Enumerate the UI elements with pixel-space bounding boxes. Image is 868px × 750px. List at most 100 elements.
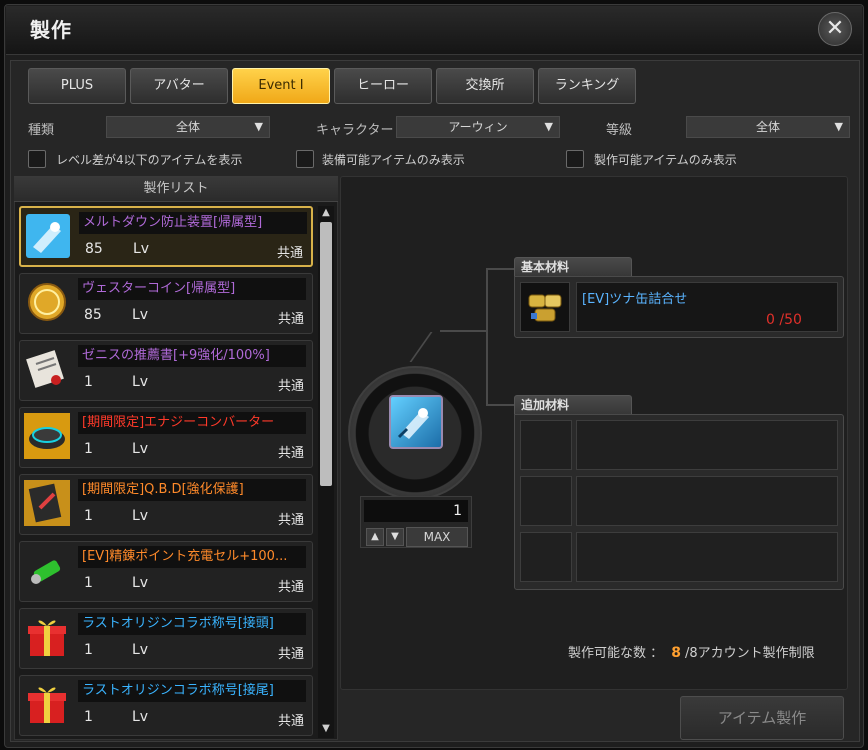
craftable-count: 8 [671,645,682,661]
energy-converter-icon [24,413,74,463]
meltdown-device-icon[interactable] [389,395,443,449]
character-label: キャラクター [316,123,394,138]
item-name: ラストオリジンコラボ称号[接尾] [78,680,306,702]
item-level-unit: Lv [132,508,149,524]
recommendation-letter-icon [24,346,74,396]
item-level: 1 [84,508,93,524]
item-level-unit: Lv [132,307,149,323]
grade-dropdown[interactable]: 全体 ▼ [686,116,850,138]
item-level: 1 [84,575,93,591]
list-item[interactable]: ラストオリジンコラボ称号[接尾] 1 Lv 共通 [19,675,313,736]
item-share-type: 共通 [276,246,303,261]
item-share-type: 共通 [277,513,304,528]
meltdown-device-icon [25,213,75,263]
item-level: 85 [85,241,103,257]
chevron-down-icon: ▼ [834,120,843,133]
list-item[interactable]: ヴェスターコイン[帰属型] 85 Lv 共通 [19,273,313,334]
item-level: 1 [84,642,93,658]
character-value: アーウィン [448,120,508,134]
extra-material-slot [576,532,838,582]
list-item[interactable]: [期間限定]Q.B.D[強化保護] 1 Lv 共通 [19,474,313,535]
item-name: ゼニスの推薦書[+9強化/100%] [78,345,306,367]
craftable-count-line: 製作可能な数 ： 8/8アカウント製作制限 [568,642,815,661]
equippable-label: 装備可能アイテムのみ表示 [322,153,465,167]
item-level: 85 [84,307,102,323]
craft-item-button[interactable]: アイテム製作 [680,696,844,740]
basic-material-count: 0 /50 [766,312,802,328]
item-level-unit: Lv [133,241,150,257]
item-level-unit: Lv [132,709,149,725]
item-share-type: 共通 [277,446,304,461]
connector-line [486,268,514,270]
tuna-can-set-icon[interactable] [520,282,570,332]
basic-material-name: [EV]ツナ缶詰合せ [582,292,688,307]
gift-box-icon [24,614,74,664]
craft-list-header: 製作リスト [14,176,338,202]
list-item[interactable]: メルトダウン防止装置[帰属型] 85 Lv 共通 [19,206,313,267]
close-button[interactable]: ✕ [818,12,852,46]
item-name: [期間限定]エナジーコンバーター [78,412,306,434]
window-title: 製作 [30,18,72,42]
item-name: [期間限定]Q.B.D[強化保護] [78,479,306,501]
scrollbar-thumb[interactable] [320,222,332,486]
character-dropdown[interactable]: アーウィン ▼ [396,116,560,138]
craftable-limit: /8アカウント製作制限 [685,646,815,661]
extra-material-slot-icon [520,476,572,526]
list-item[interactable]: ゼニスの推薦書[+9強化/100%] 1 Lv 共通 [19,340,313,401]
item-share-type: 共通 [277,714,304,729]
connector-line [486,404,514,406]
tab-avatar[interactable]: アバター [130,68,228,104]
qbd-card-icon [24,480,74,530]
tab-exchange[interactable]: 交換所 [436,68,534,104]
connector-line [486,268,488,404]
extra-material-slot-icon [520,532,572,582]
item-share-type: 共通 [277,379,304,394]
gold-coin-icon [24,279,74,329]
type-label: 種類 [28,123,55,138]
item-name: メルトダウン防止装置[帰属型] [79,212,307,234]
max-button[interactable]: MAX [406,527,468,547]
title-bar [6,6,862,55]
scroll-up-icon[interactable]: ▲ [318,206,334,220]
tab-hero[interactable]: ヒーロー [334,68,432,104]
scroll-down-icon[interactable]: ▼ [318,722,334,736]
list-item[interactable]: [EV]精錬ポイント充電セル+100... 1 Lv 共通 [19,541,313,602]
list-item[interactable]: ラストオリジンコラボ称号[接頭] 1 Lv 共通 [19,608,313,669]
grade-value: 全体 [755,120,780,134]
item-level-unit: Lv [132,374,149,390]
craftable-only-checkbox[interactable] [566,150,584,168]
charge-cell-icon [24,547,74,597]
item-level-unit: Lv [132,575,149,591]
extra-material-slot [576,476,838,526]
item-level-unit: Lv [132,441,149,457]
item-share-type: 共通 [277,580,304,595]
craftable-only-label: 製作可能アイテムのみ表示 [594,153,737,167]
extra-material-slot-icon [520,420,572,470]
item-level-unit: Lv [132,642,149,658]
quantity-down-button[interactable]: ▼ [386,528,404,546]
level-diff-label: レベル差が4以下のアイテムを表示 [56,153,243,167]
item-name: [EV]精錬ポイント充電セル+100... [78,546,306,568]
tab-ranking[interactable]: ランキング [538,68,636,104]
craftable-label: 製作可能な数 ： [568,646,664,661]
extra-material-slot [576,420,838,470]
tab-event-1[interactable]: Event Ⅰ [232,68,330,104]
gift-box-icon [24,681,74,731]
basic-materials-tab: 基本材料 [514,257,632,277]
quantity-up-button[interactable]: ▲ [366,528,384,546]
level-diff-checkbox[interactable] [28,150,46,168]
item-share-type: 共通 [277,647,304,662]
item-level: 1 [84,374,93,390]
list-item[interactable]: [期間限定]エナジーコンバーター 1 Lv 共通 [19,407,313,468]
equippable-checkbox[interactable] [296,150,314,168]
connector-line [440,330,486,332]
type-dropdown[interactable]: 全体 ▼ [106,116,270,138]
item-level: 1 [84,441,93,457]
chevron-down-icon: ▼ [254,120,263,133]
chevron-down-icon: ▼ [544,120,553,133]
item-level: 1 [84,709,93,725]
quantity-input[interactable]: 1 [364,500,468,522]
item-name: ヴェスターコイン[帰属型] [78,278,306,300]
tab-plus[interactable]: PLUS [28,68,126,104]
extra-materials-tab: 追加材料 [514,395,632,415]
